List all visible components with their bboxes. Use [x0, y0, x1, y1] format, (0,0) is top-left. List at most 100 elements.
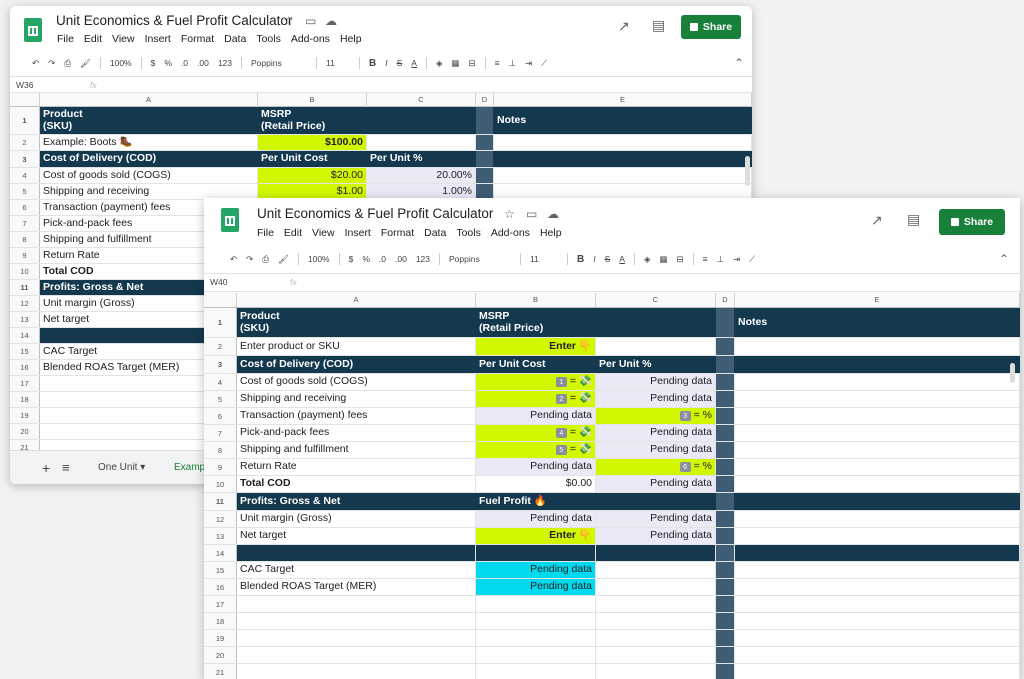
cell-e10[interactable] [735, 476, 1020, 492]
cell-e11[interactable] [735, 493, 1020, 510]
vertical-align-icon[interactable]: ⊥ [717, 254, 724, 265]
move-folder-icon[interactable]: ▭ [526, 207, 537, 221]
cell-e21[interactable] [735, 664, 1020, 679]
cell-b18[interactable] [476, 613, 596, 629]
text-wrap-icon[interactable]: ⇥ [733, 254, 740, 265]
cell-a19[interactable] [237, 630, 476, 646]
cell-c11[interactable] [596, 493, 716, 510]
row-number[interactable]: 20 [204, 647, 237, 663]
cell-d7[interactable] [716, 425, 735, 441]
column-header-c[interactable]: C [596, 293, 716, 307]
cell-c9[interactable]: 6 = % [596, 459, 716, 475]
row-number[interactable]: 10 [10, 264, 40, 279]
select-all-corner[interactable] [10, 93, 40, 107]
cell-d1[interactable] [476, 107, 494, 134]
cell-b11[interactable]: Fuel Profit 🔥 [476, 493, 596, 510]
merge-cells-icon[interactable]: ⊟ [469, 58, 476, 69]
cell-b5[interactable]: $1.00 [258, 184, 367, 199]
row-number[interactable]: 7 [204, 425, 237, 441]
cell-a9[interactable]: Return Rate [237, 459, 476, 475]
cell-c1[interactable] [596, 308, 716, 337]
row-number[interactable]: 21 [204, 664, 237, 679]
row-number[interactable]: 12 [204, 511, 237, 527]
sheets-logo-icon[interactable] [24, 18, 42, 42]
cell-a12[interactable]: Unit margin (Gross) [237, 511, 476, 527]
all-sheets-button[interactable]: ≡ [62, 460, 70, 475]
cell-a14[interactable] [237, 545, 476, 561]
cell-e2[interactable] [735, 338, 1020, 355]
cell-d12[interactable] [716, 511, 735, 527]
cell-c2[interactable] [367, 135, 476, 150]
collapse-chevron-icon[interactable]: ⌃ [999, 252, 1009, 266]
cell-e9[interactable] [735, 459, 1020, 475]
cell-e17[interactable] [735, 596, 1020, 612]
cell-d5[interactable] [716, 391, 735, 407]
cell-c18[interactable] [596, 613, 716, 629]
activity-trend-icon[interactable]: ↗ [618, 18, 630, 35]
text-rotate-icon[interactable]: ⟋ [541, 58, 547, 69]
cell-a5[interactable]: Shipping and receiving [40, 184, 258, 199]
cell-e6[interactable] [735, 408, 1020, 424]
sheets-logo-icon[interactable] [221, 208, 239, 232]
row-number[interactable]: 15 [204, 562, 237, 578]
cell-d20[interactable] [716, 647, 735, 663]
fill-color-icon[interactable]: ◈ [436, 58, 443, 69]
cell-d16[interactable] [716, 579, 735, 595]
cell-a18[interactable] [237, 613, 476, 629]
font-select[interactable]: Poppins [251, 58, 307, 68]
zoom-select[interactable]: 100% [308, 254, 330, 264]
menu-help[interactable]: Help [340, 33, 362, 45]
strikethrough-icon[interactable]: S [397, 58, 403, 68]
share-button[interactable]: Share [939, 209, 1005, 235]
cell-b2[interactable]: $100.00 [258, 135, 367, 150]
menu-view[interactable]: View [312, 227, 335, 239]
italic-icon[interactable]: I [593, 254, 595, 264]
more-formats-button[interactable]: 123 [416, 254, 430, 264]
row-number[interactable]: 5 [10, 184, 40, 199]
column-header-e[interactable]: E [735, 293, 1020, 307]
zoom-select[interactable]: 100% [110, 58, 132, 68]
row-number[interactable]: 4 [10, 168, 40, 183]
row-number[interactable]: 8 [204, 442, 237, 458]
cell-d11[interactable] [716, 493, 735, 510]
horizontal-align-icon[interactable]: ≡ [703, 254, 708, 264]
cell-d8[interactable] [716, 442, 735, 458]
cell-b3[interactable]: Per Unit Cost [476, 356, 596, 373]
cell-e4[interactable] [735, 374, 1020, 390]
menu-insert[interactable]: Insert [145, 33, 171, 45]
comments-icon[interactable]: ▤ [652, 17, 665, 34]
row-number[interactable]: 18 [204, 613, 237, 629]
row-number[interactable]: 19 [10, 408, 40, 423]
cell-c3[interactable]: Per Unit % [367, 151, 476, 167]
column-header-b[interactable]: B [476, 293, 596, 307]
row-number[interactable]: 16 [204, 579, 237, 595]
row-number[interactable]: 1 [10, 107, 40, 134]
column-header-e[interactable]: E [494, 93, 752, 107]
print-icon[interactable]: ⎙ [64, 58, 71, 69]
column-header-b[interactable]: B [258, 93, 367, 107]
menu-edit[interactable]: Edit [84, 33, 102, 45]
cell-e1[interactable]: Notes [494, 107, 752, 134]
cell-a2[interactable]: Enter product or SKU [237, 338, 476, 355]
cell-c8[interactable]: Pending data [596, 442, 716, 458]
cell-b14[interactable] [476, 545, 596, 561]
redo-icon[interactable]: ↷ [48, 58, 55, 69]
cell-e3[interactable] [494, 151, 752, 167]
row-number[interactable]: 17 [204, 596, 237, 612]
undo-icon[interactable]: ↶ [230, 254, 237, 265]
cell-a10[interactable]: Total COD [237, 476, 476, 492]
cell-d2[interactable] [716, 338, 735, 355]
cell-c19[interactable] [596, 630, 716, 646]
cell-d10[interactable] [716, 476, 735, 492]
cell-e5[interactable] [735, 391, 1020, 407]
text-color-icon[interactable]: A [619, 254, 625, 264]
row-number[interactable]: 14 [204, 545, 237, 561]
cell-e8[interactable] [735, 442, 1020, 458]
merge-cells-icon[interactable]: ⊟ [677, 254, 684, 265]
cell-e19[interactable] [735, 630, 1020, 646]
cell-b1[interactable]: MSRP (Retail Price) [258, 107, 367, 134]
row-number[interactable]: 6 [204, 408, 237, 424]
cell-d1[interactable] [716, 308, 735, 337]
menu-addons[interactable]: Add-ons [291, 33, 330, 45]
paint-format-icon[interactable]: 🖌 [80, 58, 91, 69]
